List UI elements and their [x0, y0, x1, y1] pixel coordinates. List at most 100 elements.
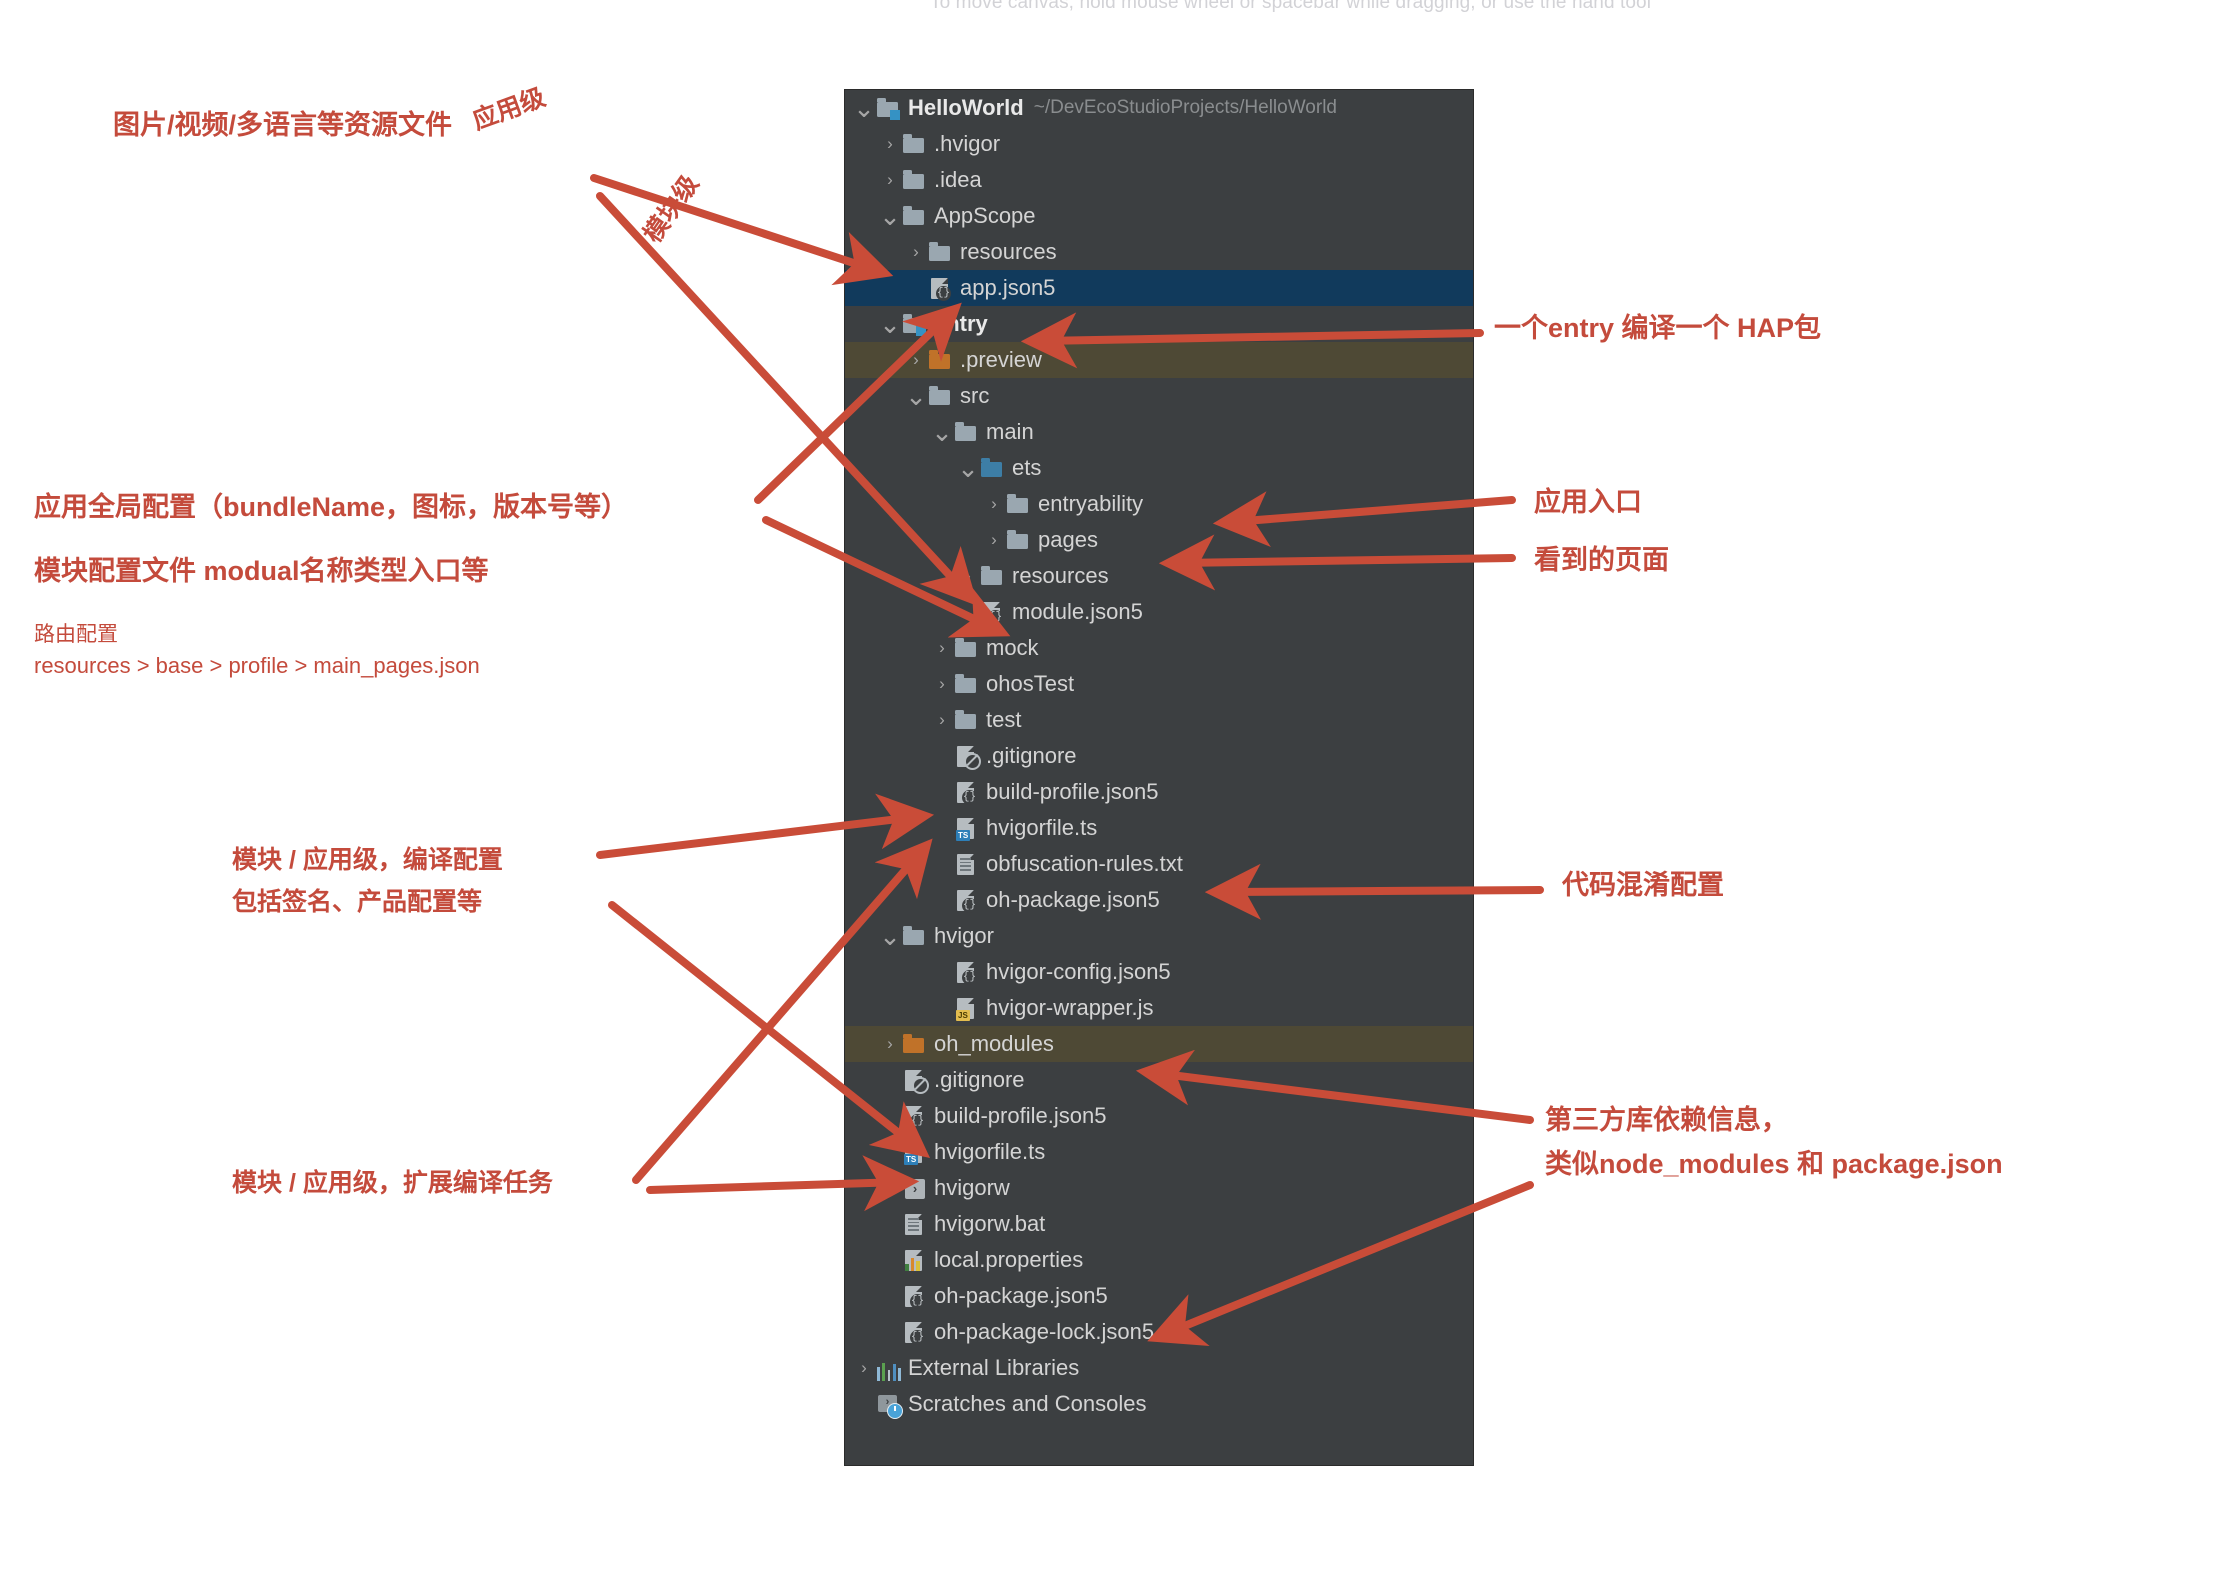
executable-file-icon: › — [901, 1175, 927, 1201]
tree-row[interactable]: ⌄ ets — [845, 450, 1473, 486]
tree-row-label: ohosTest — [986, 671, 1075, 696]
json5-file-icon: {} — [953, 959, 979, 985]
scratches-icon: › — [875, 1391, 903, 1419]
folder-orange-icon — [927, 347, 953, 373]
chevron-down-icon[interactable]: ⌄ — [931, 419, 953, 445]
tree-row[interactable]: {} oh-package-lock.json5 — [845, 1314, 1473, 1350]
annotation-route-path: resources > base > profile > main_pages.… — [34, 653, 480, 678]
tree-row-label: entryability — [1038, 491, 1144, 516]
tree-row[interactable]: .gitignore — [845, 738, 1473, 774]
tree-row[interactable]: › pages — [845, 522, 1473, 558]
tree-row[interactable]: › resources — [845, 234, 1473, 270]
tree-row[interactable]: › External Libraries — [845, 1350, 1473, 1386]
tree-row[interactable]: ⌄ src — [845, 378, 1473, 414]
json5-file-icon: {} — [979, 599, 1005, 625]
chevron-right-icon[interactable]: › — [957, 558, 979, 594]
tree-row[interactable]: {} build-profile.json5 — [845, 774, 1473, 810]
tree-row[interactable]: ⌄ main — [845, 414, 1473, 450]
tree-row[interactable]: ⌄ hvigor — [845, 918, 1473, 954]
chevron-right-icon[interactable]: › — [931, 630, 953, 666]
folder-icon — [1005, 527, 1031, 553]
json5-file-icon: {} — [901, 1103, 927, 1129]
annotation-visible-pages: 看到的页面 — [1534, 545, 1669, 575]
chevron-down-icon[interactable]: ⌄ — [957, 455, 979, 481]
properties-file-icon — [901, 1247, 927, 1273]
tree-row[interactable]: TS hvigorfile.ts — [845, 1134, 1473, 1170]
ts-file-icon: TS — [953, 815, 979, 841]
chevron-right-icon[interactable]: › — [931, 702, 953, 738]
folder-icon — [953, 419, 979, 445]
tree-row-label: resources — [1012, 563, 1109, 588]
chevron-right-icon[interactable]: › — [983, 486, 1005, 522]
tree-row-label: Scratches and Consoles — [908, 1391, 1147, 1416]
tree-row[interactable]: {} app.json5 — [845, 270, 1473, 306]
tree-row[interactable]: .gitignore — [845, 1062, 1473, 1098]
tree-row[interactable]: hvigorw.bat — [845, 1206, 1473, 1242]
tree-row[interactable]: {} build-profile.json5 — [845, 1098, 1473, 1134]
tree-row[interactable]: › .hvigor — [845, 126, 1473, 162]
tree-row-label: pages — [1038, 527, 1098, 552]
tree-row[interactable]: ⌄ HelloWorld ~/DevEcoStudioProjects/HelloW… — [845, 90, 1473, 126]
txt-file-icon — [901, 1211, 927, 1237]
tree-row[interactable]: {} module.json5 — [845, 594, 1473, 630]
annotation-resource-files: 图片/视频/多语言等资源文件 — [113, 110, 453, 140]
tree-row[interactable]: › test — [845, 702, 1473, 738]
tree-row[interactable]: › mock — [845, 630, 1473, 666]
chevron-right-icon[interactable]: › — [879, 162, 901, 198]
tree-row[interactable]: › hvigorw — [845, 1170, 1473, 1206]
annotation-app-entrance: 应用入口 — [1534, 487, 1642, 517]
chevron-right-icon[interactable]: › — [853, 1350, 875, 1386]
json5-file-icon: {} — [953, 887, 979, 913]
tree-row[interactable]: › oh_modules — [845, 1026, 1473, 1062]
project-root-path: ~/DevEcoStudioProjects/HelloWorld — [1033, 97, 1337, 118]
tree-row[interactable]: › .idea — [845, 162, 1473, 198]
chevron-right-icon[interactable]: › — [879, 126, 901, 162]
tree-row-label: hvigor-wrapper.js — [986, 995, 1154, 1020]
tree-row[interactable]: ⌄ AppScope — [845, 198, 1473, 234]
tree-row[interactable]: › resources — [845, 558, 1473, 594]
tree-row[interactable]: JS hvigor-wrapper.js — [845, 990, 1473, 1026]
folder-blue-icon — [979, 455, 1005, 481]
chevron-right-icon[interactable]: › — [983, 522, 1005, 558]
project-tree-panel[interactable]: ⌄ HelloWorld ~/DevEcoStudioProjects/HelloW… — [845, 90, 1473, 1465]
gitignore-file-icon — [901, 1067, 929, 1094]
tree-row[interactable]: › Scratches and Consoles — [845, 1386, 1473, 1422]
chevron-right-icon[interactable]: › — [905, 342, 927, 378]
folder-icon — [927, 239, 953, 265]
tree-row[interactable]: ⌄ entry — [845, 306, 1473, 342]
chevron-right-icon[interactable]: › — [905, 234, 927, 270]
tree-row[interactable]: local.properties — [845, 1242, 1473, 1278]
folder-icon — [1005, 491, 1031, 517]
tree-row-label: hvigorw.bat — [934, 1211, 1046, 1236]
chevron-down-icon[interactable]: ⌄ — [879, 203, 901, 229]
tree-row[interactable]: {} oh-package.json5 — [845, 1278, 1473, 1314]
chevron-down-icon[interactable]: ⌄ — [879, 311, 901, 337]
json5-file-icon: {} — [927, 275, 953, 301]
tree-row[interactable]: {} oh-package.json5 — [845, 882, 1473, 918]
annotation-global-config: 应用全局配置（bundleName，图标，版本号等） — [34, 492, 629, 522]
tree-row-label: ets — [1012, 455, 1042, 480]
tree-row[interactable]: {} hvigor-config.json5 — [845, 954, 1473, 990]
tree-row[interactable]: › entryability — [845, 486, 1473, 522]
tree-row-label: mock — [986, 635, 1039, 660]
tree-row-label: main — [986, 419, 1034, 444]
ts-file-icon: TS — [901, 1139, 927, 1165]
tree-row[interactable]: › .preview — [845, 342, 1473, 378]
chevron-down-icon[interactable]: ⌄ — [853, 95, 875, 121]
json5-file-icon: {} — [901, 1319, 927, 1345]
tree-row[interactable]: obfuscation-rules.txt — [845, 846, 1473, 882]
tree-row[interactable]: › ohosTest — [845, 666, 1473, 702]
chevron-right-icon[interactable]: › — [931, 666, 953, 702]
chevron-down-icon[interactable]: ⌄ — [879, 923, 901, 949]
tree-row[interactable]: TS hvigorfile.ts — [845, 810, 1473, 846]
chevron-right-icon[interactable]: › — [879, 1026, 901, 1062]
chevron-down-icon[interactable]: ⌄ — [905, 383, 927, 409]
folder-icon — [901, 167, 927, 193]
tree-row-label: HelloWorld — [908, 95, 1024, 120]
